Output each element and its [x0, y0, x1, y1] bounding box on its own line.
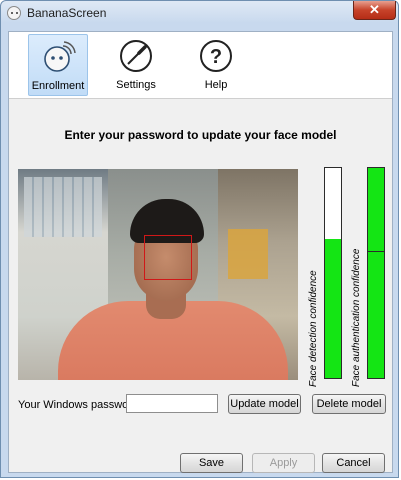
face-authentication-label: Face authentication confidence	[351, 248, 362, 387]
tab-settings[interactable]: Settings	[106, 34, 166, 96]
tab-help-label: Help	[204, 79, 228, 91]
save-button[interactable]: Save	[180, 453, 243, 473]
update-model-button[interactable]: Update model	[228, 394, 301, 414]
title-bar[interactable]: BananaScreen ✕	[1, 1, 400, 25]
page-heading: Enter your password to update your face …	[64, 128, 337, 142]
face-detection-label: Face detection confidence	[308, 270, 319, 387]
enrollment-face-icon	[44, 41, 76, 72]
apply-button[interactable]: Apply	[252, 453, 315, 473]
face-authentication-threshold-line	[368, 251, 384, 252]
face-detection-box	[144, 235, 192, 280]
face-detection-meter-fill	[325, 239, 341, 378]
delete-model-button[interactable]: Delete model	[312, 394, 386, 414]
cancel-button[interactable]: Cancel	[322, 453, 385, 473]
app-logo-icon	[7, 6, 21, 20]
password-label: Your Windows password:	[18, 399, 142, 411]
face-authentication-meter	[367, 167, 385, 379]
tab-enrollment[interactable]: Enrollment	[28, 34, 88, 96]
question-mark-icon: ?	[200, 40, 232, 72]
password-input[interactable]	[126, 394, 218, 413]
face-authentication-meter-fill	[368, 168, 384, 378]
face-detection-meter	[324, 167, 342, 379]
toolbar: Enrollment Settings ? Help	[9, 32, 392, 99]
camera-preview	[18, 169, 298, 380]
app-window: BananaScreen ✕ Enrollment Settings ? Hel…	[0, 0, 399, 478]
tab-enrollment-label: Enrollment	[31, 80, 85, 92]
window-title: BananaScreen	[27, 6, 107, 20]
tab-settings-label: Settings	[116, 79, 156, 91]
svg-text:?: ?	[210, 46, 222, 68]
tab-help[interactable]: ? Help	[186, 34, 246, 96]
close-button[interactable]: ✕	[353, 1, 396, 20]
screwdriver-icon	[120, 40, 152, 72]
client-area: Enrollment Settings ? Help Enter your pa…	[8, 31, 393, 473]
